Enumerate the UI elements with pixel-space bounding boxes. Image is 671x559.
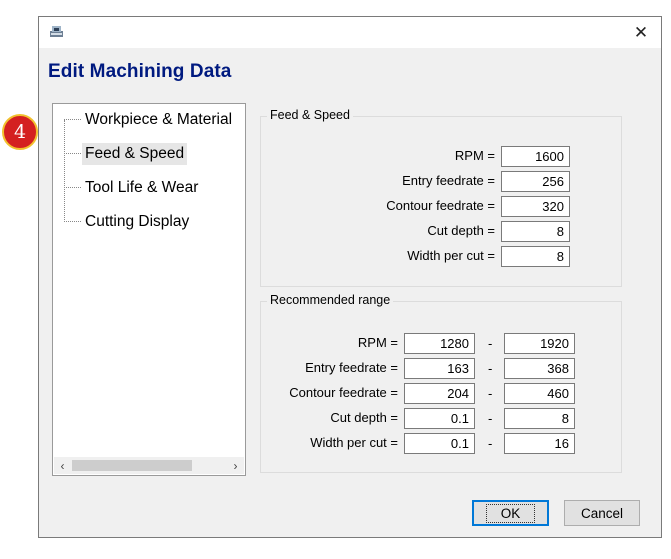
step-badge: 4 <box>2 114 38 150</box>
rpm-field[interactable]: 1600 <box>501 146 570 167</box>
tree-item-cutting-display[interactable]: Cutting Display <box>64 208 192 236</box>
horizontal-scrollbar[interactable]: ‹ › <box>54 457 244 474</box>
rec-cut-depth-max-field[interactable]: 8 <box>504 408 575 429</box>
group-title: Feed & Speed <box>267 108 353 122</box>
ok-button-label: OK <box>485 503 536 523</box>
tree-item-tool-life-wear[interactable]: Tool Life & Wear <box>64 174 201 202</box>
tree-item-label: Tool Life & Wear <box>85 179 199 196</box>
recommended-range-group: Recommended range RPM = 1280 - 1920 Entr… <box>260 293 622 473</box>
scroll-right-icon[interactable]: › <box>227 457 244 474</box>
rec-rpm-min-field[interactable]: 1280 <box>404 333 475 354</box>
rec-width-per-cut-min-field[interactable]: 0.1 <box>404 433 475 454</box>
entry-feedrate-label: Entry feedrate = <box>402 173 495 188</box>
tree-item-label: Workpiece & Material <box>85 111 233 128</box>
feed-speed-group: Feed & Speed RPM = 1600 Entry feedrate =… <box>260 108 622 287</box>
entry-feedrate-field[interactable]: 256 <box>501 171 570 192</box>
cancel-button[interactable]: Cancel <box>564 500 640 526</box>
contour-feedrate-label: Contour feedrate = <box>386 198 495 213</box>
rec-contour-feedrate-min-field[interactable]: 204 <box>404 383 475 404</box>
tree-item-feed-speed[interactable]: Feed & Speed <box>64 140 188 168</box>
close-button[interactable]: ✕ <box>621 17 661 48</box>
range-separator: - <box>488 411 493 426</box>
range-separator: - <box>488 386 493 401</box>
tree-item-label: Cutting Display <box>85 213 190 230</box>
scroll-left-icon[interactable]: ‹ <box>54 457 71 474</box>
rec-width-per-cut-max-field[interactable]: 16 <box>504 433 575 454</box>
rec-entry-feedrate-label: Entry feedrate = <box>305 360 398 375</box>
rec-cut-depth-min-field[interactable]: 0.1 <box>404 408 475 429</box>
range-separator: - <box>488 336 493 351</box>
tree-item-label: Feed & Speed <box>82 143 188 165</box>
rpm-label: RPM = <box>454 148 495 163</box>
rec-width-per-cut-label: Width per cut = <box>310 435 398 450</box>
section-tree: Workpiece & Material Feed & Speed Tool L… <box>52 103 246 476</box>
range-separator: - <box>488 436 493 451</box>
rec-rpm-label: RPM = <box>357 335 398 350</box>
dialog-heading: Edit Machining Data <box>48 61 232 82</box>
close-icon: ✕ <box>633 22 649 43</box>
cut-depth-label: Cut depth = <box>427 223 495 238</box>
group-title: Recommended range <box>267 293 394 307</box>
cut-depth-field[interactable]: 8 <box>501 221 570 242</box>
rec-entry-feedrate-min-field[interactable]: 163 <box>404 358 475 379</box>
app-icon <box>50 26 63 37</box>
cancel-button-label: Cancel <box>580 505 624 521</box>
tree-connector-line <box>64 120 66 220</box>
title-bar: ✕ <box>39 17 661 48</box>
rec-cut-depth-label: Cut depth = <box>330 410 398 425</box>
ok-button[interactable]: OK <box>472 500 549 526</box>
contour-feedrate-field[interactable]: 320 <box>501 196 570 217</box>
range-separator: - <box>488 361 493 376</box>
width-per-cut-field[interactable]: 8 <box>501 246 570 267</box>
rec-contour-feedrate-label: Contour feedrate = <box>289 385 398 400</box>
rec-rpm-max-field[interactable]: 1920 <box>504 333 575 354</box>
tree-item-workpiece-material[interactable]: Workpiece & Material <box>64 106 235 134</box>
edit-machining-dialog: ✕ Edit Machining Data Workpiece & Materi… <box>38 16 662 538</box>
width-per-cut-label: Width per cut = <box>407 248 495 263</box>
rec-entry-feedrate-max-field[interactable]: 368 <box>504 358 575 379</box>
scrollbar-thumb[interactable] <box>72 460 192 471</box>
rec-contour-feedrate-max-field[interactable]: 460 <box>504 383 575 404</box>
